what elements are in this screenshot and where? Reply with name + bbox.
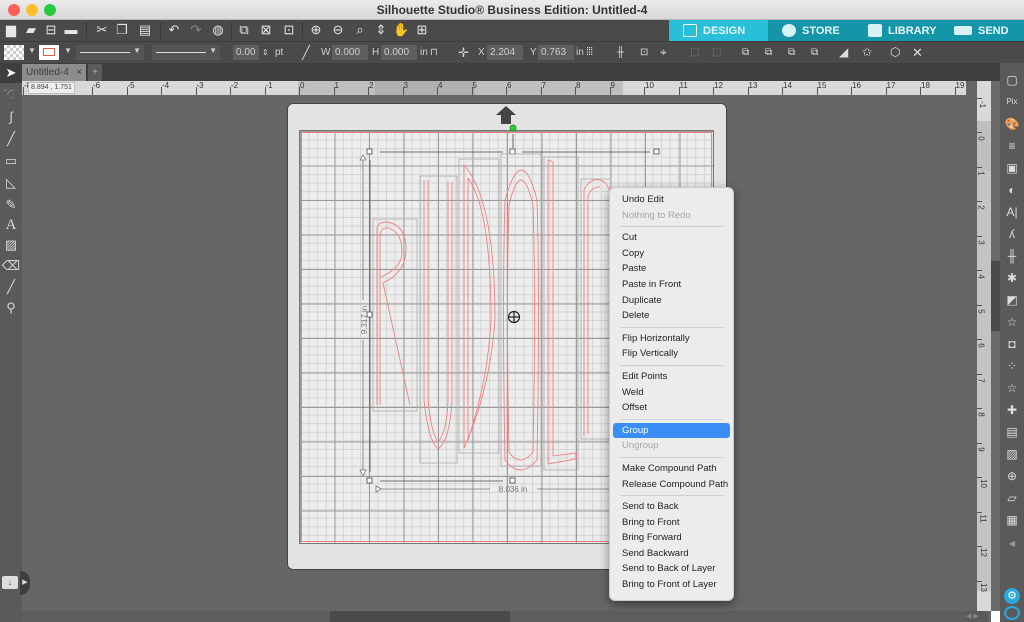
rotate-handle[interactable] <box>509 124 517 132</box>
menu-item-bring-to-front[interactable]: Bring to Front <box>613 515 730 531</box>
menu-separator <box>620 418 723 420</box>
menu-item-edit-points[interactable]: Edit Points <box>613 369 730 385</box>
menu-item-flip-horizontally[interactable]: Flip Horizontally <box>613 331 730 347</box>
menu-item-nothing-to-redo: Nothing to Redo <box>622 209 691 221</box>
menu-item-send-to-back-of-layer[interactable]: Send to Back of Layer <box>613 561 730 577</box>
menu-item-copy[interactable]: Copy <box>613 246 730 262</box>
scroll-arrows[interactable]: ◀ ▶ <box>966 611 988 622</box>
menu-item-flip-vertically[interactable]: Flip Vertically <box>613 346 730 362</box>
menu-item-weld[interactable]: Weld <box>613 385 730 401</box>
resize-handle-tl[interactable] <box>366 148 373 155</box>
menu-separator <box>620 364 723 366</box>
menu-item-cut[interactable]: Cut <box>613 230 730 246</box>
center-crosshair-icon <box>507 310 521 324</box>
horizontal-scroll-thumb[interactable] <box>330 611 510 622</box>
menu-item-bring-forward[interactable]: Bring Forward <box>613 530 730 546</box>
menu-separator <box>620 456 723 458</box>
scroll-corner <box>991 611 1000 622</box>
resize-handle-tc[interactable] <box>509 148 516 155</box>
menu-item-make-compound-path[interactable]: Make Compound Path <box>613 461 730 477</box>
menu-item-group[interactable]: Group <box>613 422 730 439</box>
menu-item-send-to-back[interactable]: Send to Back <box>613 499 730 515</box>
menu-item-ungroup: Ungroup <box>622 440 659 452</box>
menu-separator <box>620 495 723 497</box>
menu-item-paste-in-front[interactable]: Paste in Front <box>613 277 730 293</box>
menu-item-delete[interactable]: Delete <box>613 308 730 324</box>
menu-item-undo-edit[interactable]: Undo Edit <box>613 192 730 208</box>
mat-feed-arrow-icon <box>496 106 516 124</box>
menu-item-bring-to-front-of-layer[interactable]: Bring to Front of Layer <box>613 577 730 593</box>
app-window: Silhouette Studio® Business Edition: Unt… <box>0 0 1024 622</box>
resize-handle-bc[interactable] <box>509 477 516 484</box>
resize-handle-bl[interactable] <box>366 477 373 484</box>
menu-item-send-backward[interactable]: Send Backward <box>613 546 730 562</box>
height-dimension-label: 9.317 in <box>360 306 369 334</box>
resize-handle-tr[interactable] <box>653 148 660 155</box>
context-menu: Undo Edit Nothing to Redo Cut Copy Paste Past… <box>609 187 734 601</box>
menu-item-offset[interactable]: Offset <box>613 400 730 416</box>
menu-item-duplicate[interactable]: Duplicate <box>613 293 730 309</box>
menu-separator <box>620 326 723 328</box>
menu-item-release-compound-path[interactable]: Release Compound Path <box>613 477 730 493</box>
width-dimension-label: 8.036 in <box>499 485 527 494</box>
menu-item-paste[interactable]: Paste <box>613 261 730 277</box>
design-canvas[interactable]: 9.317 in 8.036 in <box>0 0 1024 622</box>
menu-separator <box>620 226 723 228</box>
rudolph-text-design[interactable] <box>376 159 613 471</box>
